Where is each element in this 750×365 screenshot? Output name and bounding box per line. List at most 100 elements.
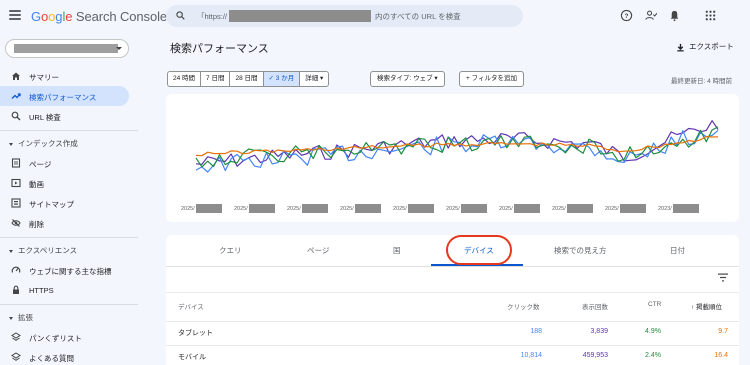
sidebar-item-summary[interactable]: サマリー: [0, 66, 129, 86]
section-experience[interactable]: エクスペリエンス: [9, 245, 77, 256]
add-filter-button[interactable]: + フィルタを追加: [459, 71, 524, 87]
section-title: インデックス作成: [18, 139, 78, 148]
sidebar-item-removals[interactable]: 削除: [0, 213, 129, 233]
sitemap-icon: [11, 198, 21, 208]
x-tick-text: 2025/: [181, 205, 195, 212]
x-tick-text: 2025/: [287, 205, 301, 212]
tab-queries[interactable]: クエリ: [219, 245, 242, 256]
svg-text:?: ?: [625, 13, 629, 20]
x-tick-label: 2025/: [287, 204, 328, 213]
cell-ctr: 2.4%: [645, 352, 661, 359]
tab-search-appearance[interactable]: 検索での見え方: [554, 245, 607, 256]
x-tick-label: 2025/: [393, 204, 434, 213]
x-tick-text: 2025/: [340, 205, 354, 212]
gauge-icon: [11, 266, 21, 273]
sidebar-item-performance[interactable]: 検索パフォーマンス: [0, 86, 129, 106]
x-tick-text: 2025/: [393, 205, 407, 212]
x-tick-label: 2023/: [658, 204, 699, 213]
cell-impressions: 3,839: [590, 328, 608, 335]
sidebar-item-sitemaps[interactable]: サイトマップ: [0, 193, 129, 213]
tab-dates[interactable]: 日付: [670, 245, 685, 256]
cell-position: 9.7: [718, 328, 728, 335]
app-logo[interactable]: Google Search Console: [31, 9, 167, 24]
sidebar-item-label: ページ: [29, 160, 52, 169]
table-divider: [166, 321, 739, 322]
sidebar-item-pages[interactable]: ページ: [0, 153, 129, 173]
tab-countries[interactable]: 国: [393, 245, 401, 256]
x-tick-label: 2025/: [605, 204, 646, 213]
tab-pages[interactable]: ページ: [307, 245, 329, 256]
redacted-domain: [229, 10, 371, 22]
caret-down-icon: [9, 316, 13, 320]
export-button[interactable]: エクスポート: [676, 41, 734, 52]
download-icon: [677, 43, 684, 51]
sidebar-item-https[interactable]: HTTPS: [0, 280, 129, 300]
sidebar-item-label: URL 検査: [29, 113, 61, 122]
bell-icon[interactable]: [668, 9, 681, 22]
cell-ctr: 4.9%: [645, 328, 661, 335]
sidebar: サマリー 検索パフォーマンス URL 検査 インデックス作成 ページ 動画 サイ…: [0, 32, 138, 365]
date-range-selector: 24 時間 7 日間 28 日間 ✓ 3 か月 詳細 ▾: [167, 71, 330, 87]
range-3m[interactable]: ✓ 3 か月: [263, 72, 301, 86]
range-24h[interactable]: 24 時間: [168, 72, 202, 86]
column-header-device[interactable]: デバイス: [178, 301, 204, 311]
sidebar-item-label: サイトマップ: [29, 200, 74, 209]
chart-x-axis: 2025/ 2025/ 2025/ 2025/ 2025/ 2025/ 2025…: [166, 204, 739, 216]
cell-impressions: 459,953: [582, 352, 608, 359]
eye-off-icon: [11, 219, 21, 227]
redacted-property: [14, 44, 118, 53]
redacted-date: [195, 204, 222, 213]
trending-up-icon: [11, 93, 21, 99]
menu-icon[interactable]: [9, 10, 21, 20]
sidebar-item-videos[interactable]: 動画: [0, 173, 129, 193]
sidebar-item-label: パンくずリスト: [29, 334, 82, 343]
property-selector[interactable]: [5, 39, 129, 58]
x-tick-text: 2025/: [605, 205, 619, 212]
top-bar: Google Search Console 「https:// 内のすべての U…: [0, 0, 750, 32]
logo-letter: e: [65, 9, 73, 24]
help-icon[interactable]: ?: [620, 9, 633, 22]
caret-down-icon: [9, 142, 13, 146]
sidebar-item-label: ウェブに関する主な指標: [29, 267, 112, 276]
section-title: エクスペリエンス: [18, 246, 78, 255]
section-indexing[interactable]: インデックス作成: [9, 138, 78, 149]
redacted-date: [460, 204, 487, 213]
range-28d[interactable]: 28 日間: [230, 72, 264, 86]
range-custom[interactable]: 詳細 ▾: [300, 72, 328, 86]
users-icon[interactable]: [644, 9, 657, 22]
sidebar-item-url-inspection[interactable]: URL 検査: [0, 106, 129, 126]
redacted-date: [619, 204, 646, 213]
search-suffix: 内のすべての URL を検査: [375, 12, 461, 21]
table-divider: [166, 292, 739, 293]
column-header-position[interactable]: ↑ 掲載順位: [691, 301, 722, 311]
sidebar-item-core-web-vitals[interactable]: ウェブに関する主な指標: [0, 260, 129, 280]
redacted-date: [407, 204, 434, 213]
apps-grid-icon[interactable]: [704, 9, 717, 22]
layers-icon: [11, 352, 21, 361]
sidebar-item-faq[interactable]: よくある質問: [0, 347, 129, 365]
x-tick-text: 2025/: [446, 205, 460, 212]
range-7d[interactable]: 7 日間: [201, 72, 231, 86]
last-updated: 最終更新日: 4 時間前: [671, 78, 733, 85]
x-tick-label: 2025/: [234, 204, 275, 213]
redacted-date: [248, 204, 275, 213]
sidebar-item-label: 動画: [29, 180, 44, 189]
redacted-date: [354, 204, 381, 213]
sidebar-item-breadcrumbs[interactable]: パンくずリスト: [0, 327, 129, 347]
search-icon: [176, 11, 185, 20]
chevron-down-icon: [116, 47, 122, 50]
url-inspect-search[interactable]: 「https:// 内のすべての URL を検査: [166, 5, 523, 27]
search-type-filter[interactable]: 検索タイプ: ウェブ ▾: [370, 71, 445, 87]
x-tick-text: 2023/: [658, 205, 672, 212]
section-enhancements[interactable]: 拡張: [9, 312, 33, 323]
x-tick-label: 2025/: [181, 204, 222, 213]
x-tick-label: 2025/: [340, 204, 381, 213]
product-name: Search Console: [75, 9, 167, 24]
column-header-clicks[interactable]: クリック数: [507, 301, 540, 311]
redacted-date: [301, 204, 328, 213]
impressions-line: [195, 120, 719, 167]
filter-icon[interactable]: [718, 273, 728, 282]
logo-letter: G: [31, 9, 42, 24]
column-header-impressions[interactable]: 表示回数: [582, 301, 608, 311]
column-header-ctr[interactable]: CTR: [648, 301, 661, 308]
